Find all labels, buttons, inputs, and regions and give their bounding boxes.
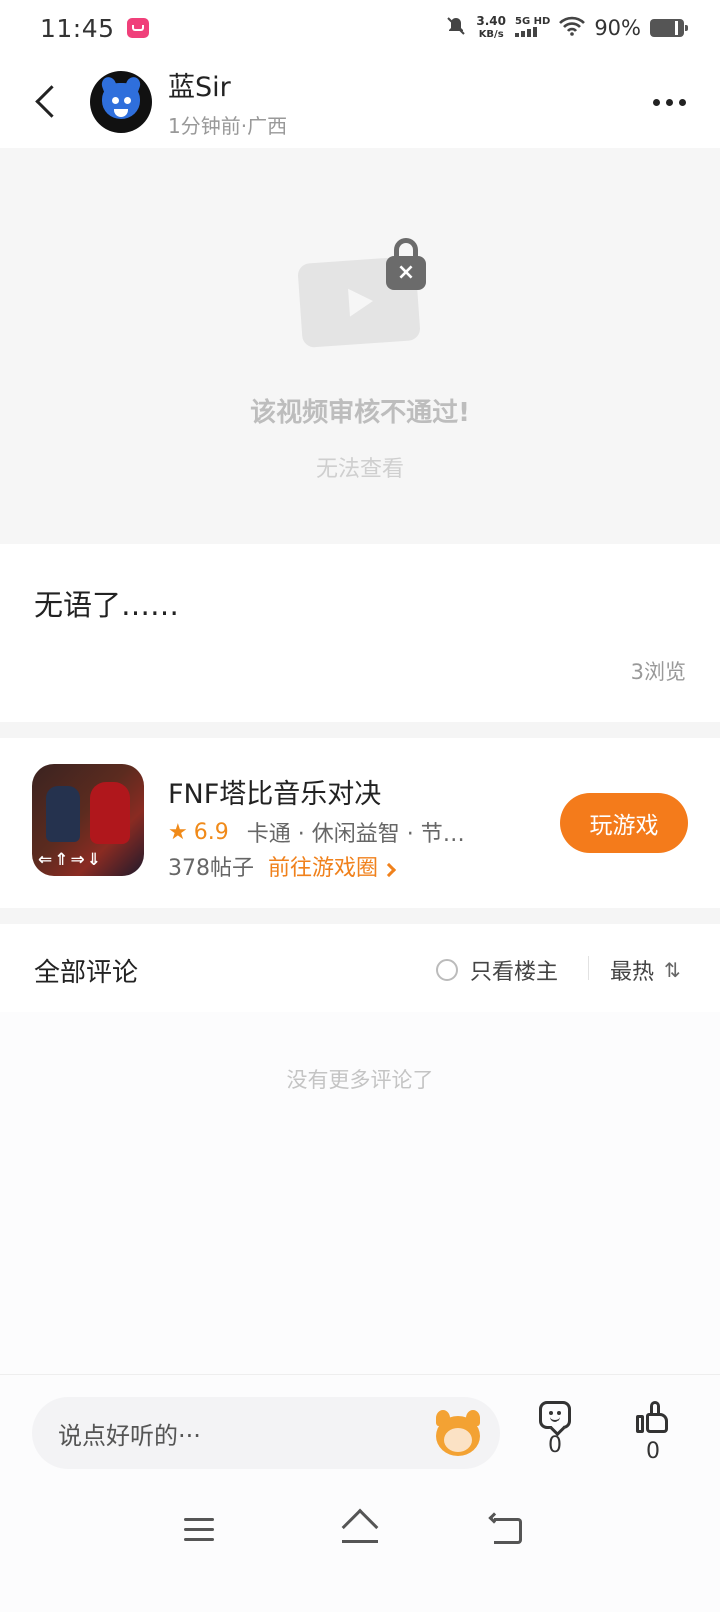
comment-count: 0 [548, 1433, 562, 1458]
play-icon [348, 287, 374, 317]
header-divider [588, 956, 589, 980]
more-options-icon[interactable] [653, 98, 686, 106]
post-content: 无语了…… 3浏览 [0, 544, 720, 722]
status-bar: 11:45 3.40 KB/s 5G HD 90% [0, 0, 720, 56]
status-time: 11:45 [40, 13, 115, 43]
home-icon[interactable] [340, 1508, 380, 1546]
star-icon: ★ [168, 819, 188, 845]
lock-icon: × [386, 238, 426, 296]
comment-input-placeholder: 说点好听的··· [58, 1421, 201, 1450]
sort-selector[interactable]: 最热 ⇅ [610, 954, 681, 986]
net-speed-unit: KB/s [478, 29, 504, 40]
post-time-location: 1分钟前·广西 [168, 114, 288, 138]
post-text: 无语了…… [34, 588, 180, 622]
comment-input[interactable]: 说点好听的··· [32, 1397, 500, 1469]
like-count: 0 [646, 1439, 660, 1464]
username[interactable]: 蓝Sir [168, 65, 287, 104]
game-icon[interactable]: ⇐⇑⇒⇓ [32, 764, 144, 876]
section-divider [0, 908, 720, 924]
only-owner-label: 只看楼主 [470, 960, 559, 985]
system-nav-bar [0, 1504, 720, 1612]
game-tags: 卡通 · 休闲益智 · 节… [246, 822, 465, 847]
back-button[interactable] [28, 80, 72, 124]
user-info: 蓝Sir 1分钟前·广西 [168, 65, 287, 139]
game-name[interactable]: FNF塔比音乐对决 [168, 772, 381, 811]
game-icon-arrows: ⇐⇑⇒⇓ [38, 850, 103, 870]
net-speed: 3.40 KB/s [476, 15, 506, 41]
play-game-button[interactable]: 玩游戏 [560, 793, 688, 853]
battery-percent: 90% [594, 16, 641, 40]
emoji-mascot-icon[interactable] [432, 1408, 484, 1458]
comment-action[interactable]: 0 [530, 1401, 580, 1458]
back-nav-icon[interactable] [488, 1512, 524, 1544]
battery-icon [650, 19, 688, 37]
sort-icon: ⇅ [664, 958, 681, 982]
network-indicator: 5G HD [514, 16, 551, 40]
goto-game-circle-link[interactable]: 前往游戏圈 [268, 850, 397, 882]
comments-section: 全部评论 只看楼主 最热 ⇅ 没有更多评论了 [0, 924, 720, 1374]
wifi-icon [559, 16, 586, 40]
network-label: 5G HD [514, 16, 551, 27]
game-links: 378帖子 前往游戏圈 [168, 850, 397, 882]
view-count: 3浏览 [630, 660, 686, 684]
game-stats: ★ 6.9 卡通 · 休闲益智 · 节… [168, 816, 465, 848]
radio-icon[interactable] [436, 959, 458, 981]
game-rating: 6.9 [193, 819, 229, 845]
no-more-comments: 没有更多评论了 [286, 1068, 434, 1092]
thumbs-up-icon[interactable] [636, 1401, 670, 1435]
video-blocked-title: 该视频审核不通过! [250, 398, 470, 428]
comments-title: 全部评论 [34, 958, 139, 988]
post-header: 蓝Sir 1分钟前·广西 [0, 56, 720, 148]
comment-bubble-icon[interactable] [539, 1401, 571, 1429]
section-divider [0, 722, 720, 738]
menu-icon[interactable] [184, 1518, 214, 1548]
status-indicators: 3.40 KB/s 5G HD 90% [445, 15, 688, 41]
comment-bar: 说点好听的··· 0 0 [0, 1374, 720, 1504]
goto-game-circle-label: 前往游戏圈 [268, 856, 379, 881]
net-speed-value: 3.40 [476, 14, 506, 28]
like-action[interactable]: 0 [628, 1401, 678, 1464]
game-post-count: 378帖子 [168, 856, 254, 881]
chevron-right-icon [381, 862, 397, 878]
video-placeholder: × 该视频审核不通过! 无法查看 [0, 148, 720, 544]
only-owner-toggle[interactable]: 只看楼主 [436, 954, 558, 986]
notification-app-icon [126, 18, 149, 38]
user-avatar[interactable] [90, 71, 152, 133]
game-card[interactable]: ⇐⇑⇒⇓ FNF塔比音乐对决 ★ 6.9 卡通 · 休闲益智 · 节… 378帖… [0, 738, 720, 908]
signal-icon [514, 27, 537, 37]
comments-header: 全部评论 只看楼主 最热 ⇅ [0, 924, 720, 1012]
mute-bell-icon [445, 15, 467, 41]
sort-label: 最热 [610, 960, 655, 985]
video-blocked-subtitle: 无法查看 [315, 457, 404, 482]
